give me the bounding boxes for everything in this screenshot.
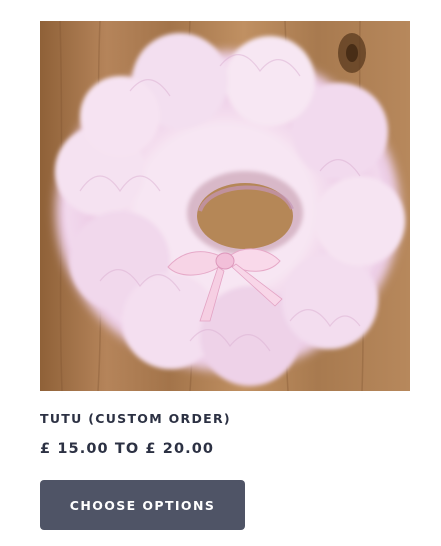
product-card: TUTU (CUSTOM ORDER) £ 15.00 TO £ 20.00 C…: [40, 21, 410, 530]
product-name[interactable]: TUTU (CUSTOM ORDER): [40, 411, 410, 427]
tutu-center: [187, 171, 303, 255]
product-image[interactable]: [40, 21, 410, 391]
tutu-photo: [40, 21, 410, 391]
product-price: £ 15.00 TO £ 20.00: [40, 441, 215, 457]
choose-options-button[interactable]: CHOOSE OPTIONS: [40, 480, 245, 530]
